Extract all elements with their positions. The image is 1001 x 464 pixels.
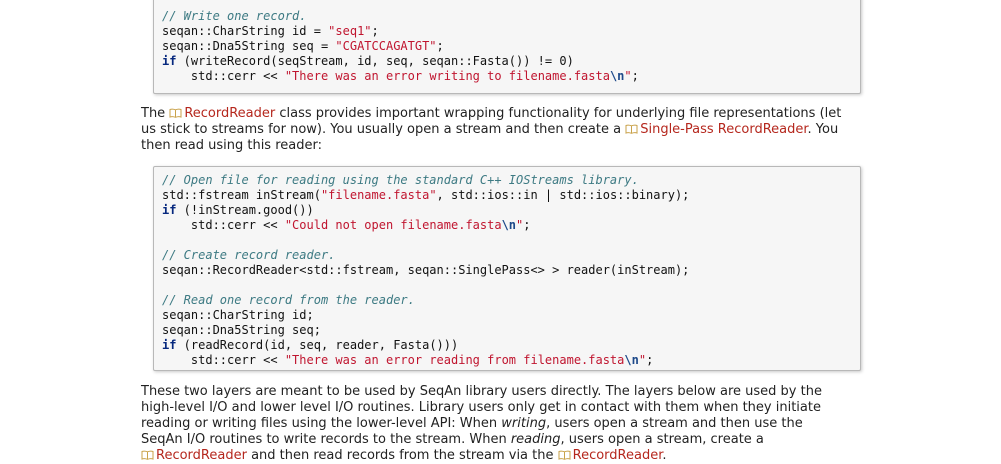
code-text: (!inStream.good()) <box>176 203 314 217</box>
code-line: seqan::RecordReader<std::fstream, seqan:… <box>162 263 860 278</box>
paragraph-layers-description: These two layers are meant to be used by… <box>141 384 881 464</box>
code-comment: // Write one record. <box>162 9 307 23</box>
code-string: "CGATCCAGATGT" <box>335 39 437 53</box>
single-pass-record-reader-link[interactable]: Single-Pass RecordReader <box>625 122 808 137</box>
code-block-read-record: // Open file for reading using the stand… <box>153 166 861 371</box>
code-line: std::cerr << "There was an error reading… <box>162 353 860 368</box>
code-text: ; <box>371 24 379 38</box>
paragraph-line: The RecordReader class provides importan… <box>141 106 881 122</box>
code-line: ​ <box>162 233 860 248</box>
code-text: seqan::Dna5String seq; <box>162 323 321 337</box>
paragraph-line: These two layers are meant to be used by… <box>141 384 822 399</box>
code-string: " <box>638 353 647 367</box>
paragraph-line: reading or writing files using the lower… <box>141 416 881 432</box>
code-text: std::cerr << <box>162 353 285 367</box>
code-string: " <box>624 69 632 83</box>
code-text: ; <box>523 218 531 232</box>
paragraph-line: SeqAn I/O routines to write records to t… <box>141 432 881 448</box>
paragraph-line: high-level I/O and lower level I/O routi… <box>141 400 821 415</box>
paragraph-record-reader-intro: The RecordReader class provides importan… <box>141 106 881 154</box>
code-text: (readRecord(id, seq, reader, Fasta())) <box>176 338 459 352</box>
code-escape: \n <box>501 218 517 232</box>
paragraph-line: us stick to streams for now). You usuall… <box>141 122 881 138</box>
link-text: Single-Pass RecordReader <box>640 122 808 137</box>
code-text: std::cerr << <box>162 218 285 232</box>
text: SeqAn I/O routines to write records to t… <box>141 432 511 447</box>
text: The <box>141 106 170 121</box>
code-text: ; <box>646 353 654 367</box>
text: . <box>662 448 667 463</box>
code-comment: // Open file for reading using the stand… <box>162 173 639 187</box>
code-text: ; <box>436 39 444 53</box>
code-line: if (writeRecord(seqStream, id, seq, seqa… <box>162 54 860 69</box>
code-string: "filename.fasta" <box>320 188 437 202</box>
code-comment: // Read one record from the reader. <box>162 293 415 307</box>
code-string: "There was an error reading from filenam… <box>284 353 625 367</box>
emphasis-reading: reading <box>510 432 561 447</box>
code-string: "There was an error writing to filename.… <box>284 69 610 83</box>
code-string: "Could not open filename.fasta <box>284 218 502 232</box>
code-line: std::cerr << "Could not open filename.fa… <box>162 218 860 233</box>
code-line: if (!inStream.good()) <box>162 203 860 218</box>
text: reading or writing files using the lower… <box>141 416 502 431</box>
code-text: seqan::CharString id = <box>162 24 329 38</box>
code-line: std::cerr << "There was an error writing… <box>162 69 860 84</box>
code-text: seqan::RecordReader<std::fstream, seqan:… <box>162 263 690 277</box>
code-line: // Open file for reading using the stand… <box>162 173 860 188</box>
paragraph-line: RecordReader and then read records from … <box>141 448 881 464</box>
code-comment: // Create record reader. <box>162 248 336 262</box>
code-line: // Write one record. <box>162 9 860 24</box>
code-line: seqan::CharString id = "seq1"; <box>162 24 860 39</box>
code-keyword: if <box>162 203 177 217</box>
code-text: seqan::CharString id; <box>162 308 314 322</box>
text: us stick to streams for now). You usuall… <box>141 122 626 137</box>
code-line: std::fstream inStream("filename.fasta", … <box>162 188 860 203</box>
code-line: // Create record reader. <box>162 248 860 263</box>
code-text: ; <box>631 69 639 83</box>
code-line: if (readRecord(id, seq, reader, Fasta())… <box>162 338 860 353</box>
code-line: // Read one record from the reader. <box>162 293 860 308</box>
code-text: , std::ios::in | std::ios::binary); <box>436 188 690 202</box>
code-escape: \n <box>624 353 639 367</box>
book-icon <box>625 124 638 134</box>
code-text: seqan::Dna5String seq = <box>162 39 336 53</box>
record-reader-link[interactable]: RecordReader <box>169 106 275 121</box>
text: class provides important wrapping functi… <box>275 106 842 121</box>
link-text: RecordReader <box>184 106 276 121</box>
paragraph-line: then read using this reader: <box>141 138 322 153</box>
code-block-write-record: // Write one record. seqan::CharString id… <box>153 0 861 94</box>
text: . You <box>807 122 839 137</box>
text: and then read records from the stream vi… <box>246 448 558 463</box>
code-text: std::cerr << <box>162 69 285 83</box>
text: , users open a stream and then use the <box>546 416 803 431</box>
code-line: seqan::Dna5String seq = "CGATCCAGATGT"; <box>162 39 860 54</box>
code-line: seqan::CharString id; <box>162 308 860 323</box>
record-reader-link[interactable]: RecordReader <box>558 448 663 463</box>
record-reader-link[interactable]: RecordReader <box>141 448 247 463</box>
link-text: RecordReader <box>156 448 247 463</box>
code-escape: \n <box>609 69 625 83</box>
code-keyword: if <box>162 54 177 68</box>
code-text: std::fstream inStream( <box>162 188 321 202</box>
code-keyword: if <box>162 338 177 352</box>
code-text: (writeRecord(seqStream, id, seq, seqan::… <box>176 54 574 68</box>
text: , users open a stream, create a <box>560 432 764 447</box>
code-line: ​ <box>162 278 860 293</box>
code-line: seqan::Dna5String seq; <box>162 323 860 338</box>
link-text: RecordReader <box>572 448 663 463</box>
code-string: "seq1" <box>328 24 372 38</box>
emphasis-writing: writing <box>501 416 547 431</box>
book-icon <box>169 108 182 118</box>
